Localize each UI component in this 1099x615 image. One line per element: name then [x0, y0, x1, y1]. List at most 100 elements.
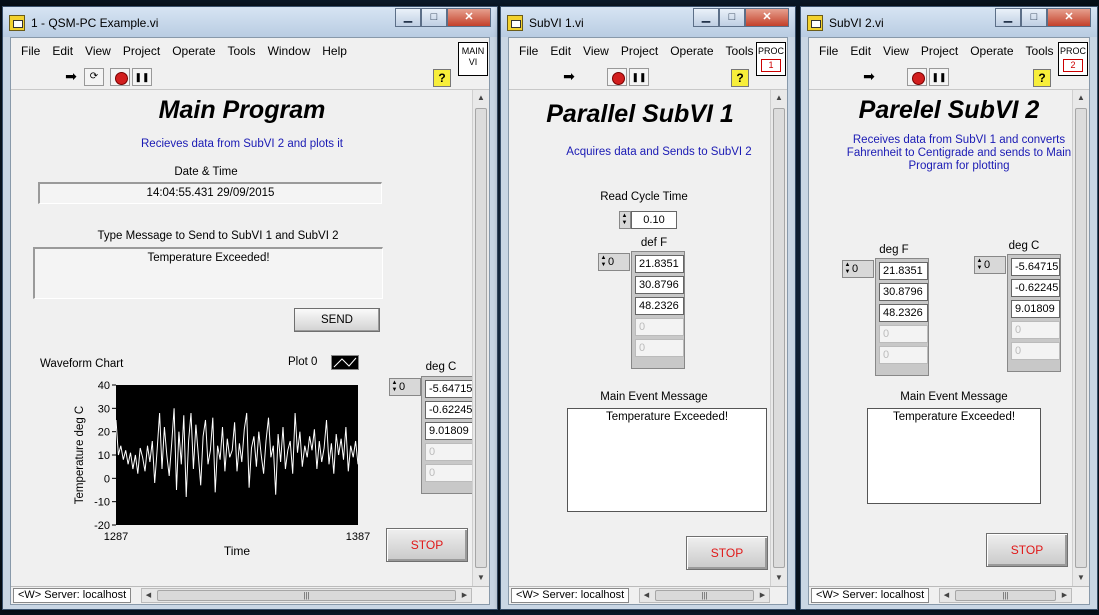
- horizontal-scrollbar[interactable]: ◀ ||| ▶: [639, 588, 770, 603]
- array-index-control[interactable]: ▲ ▼ 0: [598, 253, 630, 271]
- scroll-up-icon[interactable]: ▲: [473, 90, 489, 106]
- menu-tools[interactable]: Tools: [720, 44, 760, 58]
- minimize-button[interactable]: ▁: [693, 8, 719, 27]
- maximize-button[interactable]: □: [421, 8, 447, 27]
- menu-view[interactable]: View: [577, 44, 615, 58]
- scroll-down-icon[interactable]: ▼: [771, 570, 787, 586]
- send-button[interactable]: SEND: [294, 308, 380, 332]
- menu-help[interactable]: Help: [316, 44, 353, 58]
- menu-view[interactable]: View: [79, 44, 117, 58]
- subvi1-window: SubVI 1.vi ▁ □ ✕ File Edit View Project …: [500, 6, 796, 610]
- menu-project[interactable]: Project: [915, 44, 964, 58]
- connector-pane-icon: MAIN VI: [458, 42, 488, 76]
- menu-project[interactable]: Project: [615, 44, 664, 58]
- title-bar[interactable]: SubVI 1.vi ▁ □ ✕: [501, 7, 795, 37]
- run-arrow-icon[interactable]: ➡: [859, 68, 879, 86]
- run-arrow-icon[interactable]: ➡: [61, 68, 81, 86]
- scroll-right-icon[interactable]: ▶: [458, 589, 471, 602]
- cycle-time-spinner[interactable]: ▲ ▼: [619, 211, 631, 229]
- scroll-thumb[interactable]: [1075, 108, 1087, 568]
- menu-edit[interactable]: Edit: [46, 44, 79, 58]
- vertical-scrollbar[interactable]: ▲ ▼: [472, 90, 489, 586]
- y-tick-label: 10: [98, 450, 110, 462]
- h-scroll-thumb[interactable]: |||: [157, 590, 456, 601]
- h-scroll-thumb[interactable]: |||: [655, 590, 754, 601]
- menu-edit[interactable]: Edit: [844, 44, 877, 58]
- title-bar[interactable]: SubVI 2.vi ▁ □ ✕: [801, 7, 1097, 37]
- cycle-time-input[interactable]: 0.10: [631, 211, 677, 229]
- minimize-button[interactable]: ▁: [995, 8, 1021, 27]
- pause-icon[interactable]: [929, 68, 949, 86]
- scroll-right-icon[interactable]: ▶: [1058, 589, 1071, 602]
- front-panel: Parallel SubVI 1 Acquires data and Sends…: [509, 90, 770, 586]
- array-element-empty: 0: [879, 346, 928, 364]
- menu-edit[interactable]: Edit: [544, 44, 577, 58]
- run-continuously-icon[interactable]: ⟳: [84, 68, 104, 86]
- close-button[interactable]: ✕: [447, 8, 491, 27]
- menu-operate[interactable]: Operate: [964, 44, 1019, 58]
- menu-project[interactable]: Project: [117, 44, 166, 58]
- menu-tools[interactable]: Tools: [222, 44, 262, 58]
- plot-legend-swatch[interactable]: [331, 355, 359, 370]
- connector-pane-icon: PROC 2: [1058, 42, 1088, 76]
- y-tick-label: 40: [98, 381, 110, 392]
- h-scroll-thumb[interactable]: |||: [955, 590, 1056, 601]
- pause-icon[interactable]: [629, 68, 649, 86]
- title-bar[interactable]: 1 - QSM-PC Example.vi ▁ □ ✕: [3, 7, 497, 37]
- event-message-indicator: Temperature Exceeded!: [567, 408, 767, 512]
- horizontal-scrollbar[interactable]: ◀ ||| ▶: [939, 588, 1072, 603]
- menu-file[interactable]: File: [813, 44, 844, 58]
- scroll-left-icon[interactable]: ◀: [142, 589, 155, 602]
- scroll-left-icon[interactable]: ◀: [640, 589, 653, 602]
- abort-execution-icon[interactable]: [607, 68, 627, 86]
- array-index-control[interactable]: ▲ ▼ 0: [389, 378, 421, 396]
- page-title: Main Program: [158, 96, 326, 124]
- subvi2-window: SubVI 2.vi ▁ □ ✕ File Edit View Project …: [800, 6, 1098, 610]
- abort-execution-icon[interactable]: [110, 68, 130, 86]
- menu-operate[interactable]: Operate: [664, 44, 719, 58]
- connector-label: PROC: [757, 46, 784, 56]
- vertical-scrollbar[interactable]: ▲ ▼: [770, 90, 787, 586]
- maximize-button[interactable]: □: [719, 8, 745, 27]
- menu-file[interactable]: File: [513, 44, 544, 58]
- menu-bar: File Edit View Project Operate Tools: [509, 38, 787, 64]
- menu-file[interactable]: File: [15, 44, 46, 58]
- menu-window[interactable]: Window: [262, 44, 317, 58]
- page-title: Parallel SubVI 1: [546, 100, 734, 128]
- scroll-down-icon[interactable]: ▼: [1073, 570, 1089, 586]
- run-arrow-icon[interactable]: ➡: [559, 68, 579, 86]
- horizontal-scrollbar[interactable]: ◀ ||| ▶: [141, 588, 472, 603]
- scroll-up-icon[interactable]: ▲: [1073, 90, 1089, 106]
- main-vi-window: 1 - QSM-PC Example.vi ▁ □ ✕ File Edit Vi…: [2, 6, 498, 610]
- menu-view[interactable]: View: [877, 44, 915, 58]
- menu-tools[interactable]: Tools: [1020, 44, 1060, 58]
- menu-operate[interactable]: Operate: [166, 44, 221, 58]
- scroll-thumb[interactable]: [773, 108, 785, 568]
- message-input[interactable]: Temperature Exceeded!: [33, 247, 383, 299]
- vertical-scrollbar[interactable]: ▲ ▼: [1072, 90, 1089, 586]
- y-tick-label: -10: [94, 497, 110, 509]
- abort-execution-icon[interactable]: [907, 68, 927, 86]
- stop-button[interactable]: STOP: [686, 536, 768, 570]
- pause-icon[interactable]: [132, 68, 152, 86]
- scroll-down-icon[interactable]: ▼: [473, 570, 489, 586]
- window-title: 1 - QSM-PC Example.vi: [31, 16, 159, 30]
- close-button[interactable]: ✕: [1047, 8, 1091, 27]
- scroll-thumb[interactable]: [475, 108, 487, 568]
- scroll-right-icon[interactable]: ▶: [756, 589, 769, 602]
- stop-button[interactable]: STOP: [386, 528, 468, 562]
- minimize-button[interactable]: ▁: [395, 8, 421, 27]
- close-button[interactable]: ✕: [745, 8, 789, 27]
- scroll-up-icon[interactable]: ▲: [771, 90, 787, 106]
- toolbar: ➡ ? PROC 1: [509, 42, 787, 90]
- scroll-left-icon[interactable]: ◀: [940, 589, 953, 602]
- deg-c-index-control[interactable]: ▲ ▼ 0: [974, 256, 1006, 274]
- maximize-button[interactable]: □: [1021, 8, 1047, 27]
- array-element-empty: 0: [635, 339, 684, 357]
- context-help-icon[interactable]: ?: [433, 69, 451, 87]
- context-help-icon[interactable]: ?: [1033, 69, 1051, 87]
- context-help-icon[interactable]: ?: [731, 69, 749, 87]
- deg-f-index-control[interactable]: ▲ ▼ 0: [842, 260, 874, 278]
- stop-button[interactable]: STOP: [986, 533, 1068, 567]
- x-tick-label: 1387: [346, 531, 370, 543]
